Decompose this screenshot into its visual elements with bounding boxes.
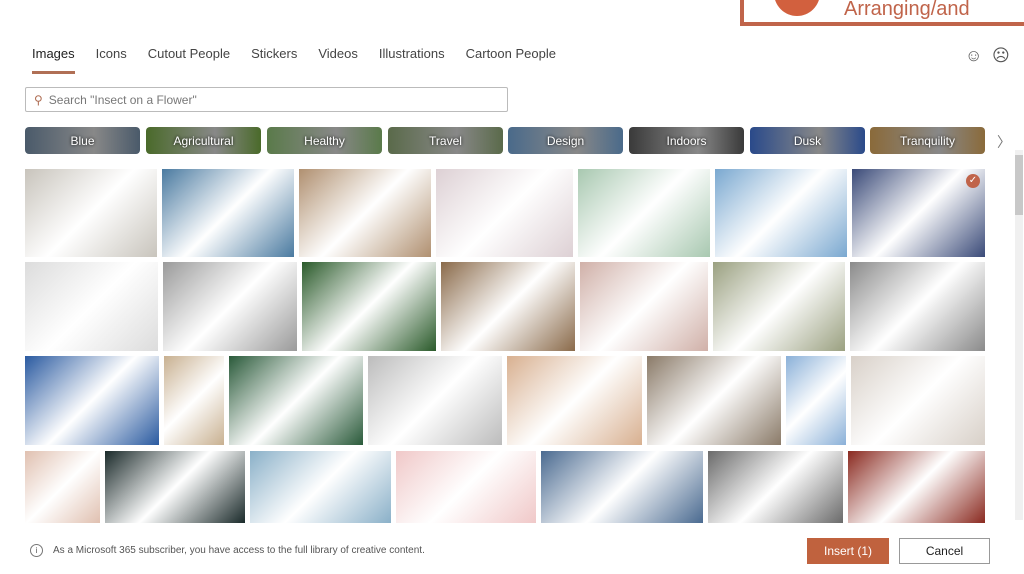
image-tile[interactable] <box>25 451 100 523</box>
image-tile[interactable] <box>436 169 573 257</box>
title-circle-decoration <box>774 0 820 16</box>
image-tile[interactable] <box>713 262 845 351</box>
image-tile[interactable] <box>441 262 575 351</box>
chip-indoors[interactable]: Indoors <box>629 127 744 154</box>
tab-cutout-people[interactable]: Cutout People <box>148 46 230 74</box>
image-tile[interactable] <box>708 451 843 523</box>
image-tile[interactable] <box>229 356 363 445</box>
search-placeholder: Search "Insect on a Flower" <box>48 92 197 107</box>
background-title-text: Arranging/and <box>844 0 970 20</box>
image-tile[interactable] <box>786 356 846 445</box>
chip-dusk[interactable]: Dusk <box>750 127 865 154</box>
info-text: As a Microsoft 365 subscriber, you have … <box>53 545 425 556</box>
chip-healthy[interactable]: Healthy <box>267 127 382 154</box>
chip-design[interactable]: Design <box>508 127 623 154</box>
tab-illustrations[interactable]: Illustrations <box>379 46 445 74</box>
insert-button[interactable]: Insert (1) <box>807 538 889 564</box>
image-tile[interactable] <box>163 262 297 351</box>
chip-travel[interactable]: Travel <box>388 127 503 154</box>
image-tile[interactable] <box>580 262 708 351</box>
image-tile[interactable] <box>164 356 224 445</box>
image-tile[interactable] <box>25 356 159 445</box>
tab-videos[interactable]: Videos <box>318 46 358 74</box>
cancel-button[interactable]: Cancel <box>899 538 990 564</box>
image-tile[interactable] <box>715 169 847 257</box>
selected-check-icon[interactable]: ✓ <box>966 174 980 188</box>
image-tile[interactable] <box>848 451 985 523</box>
image-tile[interactable] <box>105 451 245 523</box>
image-tile[interactable] <box>25 169 157 257</box>
image-tile[interactable] <box>396 451 536 523</box>
image-tile[interactable] <box>850 262 985 351</box>
frown-feedback-icon[interactable]: ☹ <box>992 46 1010 66</box>
image-tile[interactable] <box>302 262 436 351</box>
image-tile[interactable] <box>250 451 391 523</box>
tab-images[interactable]: Images <box>32 46 75 74</box>
search-input[interactable]: ⚲ Search "Insect on a Flower" <box>25 87 508 112</box>
chevron-right-icon[interactable]: 〉 <box>997 132 1011 152</box>
image-tile[interactable] <box>299 169 431 257</box>
chip-blue[interactable]: Blue <box>25 127 140 154</box>
search-icon: ⚲ <box>34 92 43 107</box>
tab-icons[interactable]: Icons <box>96 46 127 74</box>
image-tile[interactable] <box>647 356 781 445</box>
image-tile[interactable] <box>162 169 294 257</box>
chip-tranquility[interactable]: Tranquility <box>870 127 985 154</box>
scrollbar-thumb[interactable] <box>1015 155 1023 215</box>
scrollbar[interactable] <box>1015 150 1023 520</box>
smile-feedback-icon[interactable]: ☺ <box>965 46 982 66</box>
image-tile[interactable] <box>851 356 985 445</box>
chip-agricultural[interactable]: Agricultural <box>146 127 261 154</box>
subscriber-info: i As a Microsoft 365 subscriber, you have… <box>30 544 425 557</box>
info-icon: i <box>30 544 43 557</box>
tab-cartoon-people[interactable]: Cartoon People <box>466 46 556 74</box>
image-tile[interactable] <box>541 451 703 523</box>
image-tile[interactable] <box>578 169 710 257</box>
image-tile[interactable] <box>368 356 502 445</box>
tab-stickers[interactable]: Stickers <box>251 46 297 74</box>
image-tile[interactable] <box>25 262 158 351</box>
image-tile[interactable]: ✓ <box>852 169 985 257</box>
background-slide-title: Arranging/and <box>740 0 1024 26</box>
image-tile[interactable] <box>507 356 642 445</box>
category-tabs: Images Icons Cutout People Stickers Vide… <box>32 46 577 74</box>
